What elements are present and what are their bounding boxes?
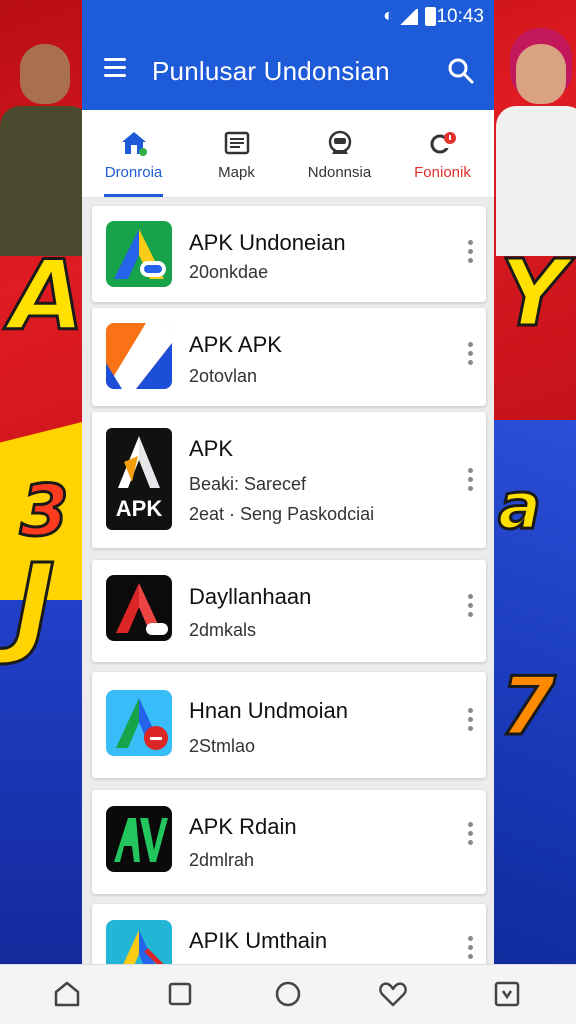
tab-label: Fonionik bbox=[414, 164, 471, 181]
download-box-icon[interactable] bbox=[492, 979, 522, 1009]
more-options-icon[interactable] bbox=[466, 240, 474, 266]
more-options-icon[interactable] bbox=[466, 342, 474, 368]
battery-icon bbox=[425, 7, 436, 26]
app-name: APK bbox=[189, 436, 234, 461]
app-icon bbox=[106, 920, 172, 964]
more-options-icon[interactable] bbox=[466, 708, 474, 734]
more-options-icon[interactable] bbox=[466, 468, 474, 494]
app-icon-label: APK bbox=[115, 496, 163, 521]
list-item[interactable]: Dayllanhaan 2dmkals bbox=[92, 560, 486, 662]
app-icon bbox=[106, 221, 172, 287]
list-item[interactable]: APK Undoneian 20onkdae bbox=[92, 206, 486, 302]
more-options-icon[interactable] bbox=[466, 594, 474, 620]
app-name: APK Undoneian bbox=[189, 230, 346, 255]
app-subtitle: 2otovlan bbox=[189, 366, 258, 386]
app-icon bbox=[106, 806, 172, 872]
menu-icon[interactable] bbox=[104, 58, 126, 84]
tab-ndonnsia[interactable]: Ndonnsia bbox=[288, 110, 391, 197]
wifi-icon: ◐ bbox=[383, 5, 394, 25]
tab-dronroia[interactable]: Dronroia bbox=[82, 110, 185, 197]
home-icon bbox=[121, 132, 147, 156]
tab-label: Dronroia bbox=[104, 164, 163, 181]
tab-mapk[interactable]: Mapk bbox=[185, 110, 288, 197]
app-name: Hnan Undmoian bbox=[189, 698, 348, 723]
list-item[interactable]: APK APK Beaki: Sarecef 2eat · Seng Pasko… bbox=[92, 412, 486, 548]
app-subtitle: 20onkdae bbox=[189, 262, 269, 282]
app-name: APK APK bbox=[189, 332, 282, 357]
app-name: APK Rdain bbox=[189, 814, 297, 839]
signal-icon bbox=[398, 9, 418, 25]
list-item[interactable]: APK APK 2otovlan bbox=[92, 308, 486, 406]
list-item[interactable]: APK Rdain 2dmlrah bbox=[92, 790, 486, 894]
list-icon bbox=[224, 131, 249, 155]
heart-icon[interactable] bbox=[378, 979, 408, 1009]
page-title: Punlusar Undonsian bbox=[152, 56, 390, 86]
soldier-illustration bbox=[0, 24, 90, 256]
app-list: APK Undoneian 20onkdae APK APK 2otovlan … bbox=[82, 198, 494, 964]
search-icon[interactable] bbox=[446, 56, 476, 86]
tab-label: Ndonnsia bbox=[307, 164, 372, 181]
status-bar: ◐ 10:43 bbox=[82, 0, 494, 34]
app-subtitle: 2Stmlao bbox=[189, 736, 256, 756]
app-bar: Punlusar Undonsian bbox=[82, 34, 494, 110]
tab-bar: Dronroia Mapk Ndonnsia Fonionik bbox=[82, 110, 494, 198]
app-icon bbox=[106, 323, 172, 389]
notification-icon bbox=[430, 132, 456, 154]
officer-illustration bbox=[496, 24, 576, 256]
tab-fonionik[interactable]: Fonionik bbox=[391, 110, 494, 197]
square-icon[interactable] bbox=[165, 979, 195, 1009]
app-name: Dayllanhaan bbox=[189, 584, 312, 609]
more-options-icon[interactable] bbox=[466, 822, 474, 848]
home-icon[interactable] bbox=[52, 979, 82, 1009]
app-subtitle-secondary: 2eat · Seng Paskodciai bbox=[189, 504, 375, 524]
app-name: APIK Umthain bbox=[189, 928, 328, 953]
app-icon bbox=[106, 575, 172, 641]
robot-icon bbox=[328, 130, 351, 154]
app-subtitle: 2dmlrah bbox=[189, 850, 255, 870]
status-time: 10:43 bbox=[436, 6, 484, 27]
bottom-navigation bbox=[0, 964, 576, 1024]
tab-label: Mapk bbox=[218, 164, 255, 181]
app-icon bbox=[106, 690, 172, 756]
circle-icon[interactable] bbox=[273, 979, 303, 1009]
list-item[interactable]: Hnan Undmoian 2Stmlao bbox=[92, 672, 486, 778]
app-subtitle: Beaki: Sarecef bbox=[189, 474, 307, 494]
list-item[interactable]: APIK Umthain bbox=[92, 904, 486, 964]
more-options-icon[interactable] bbox=[466, 936, 474, 962]
app-subtitle: 2dmkals bbox=[189, 620, 257, 640]
app-icon: APK bbox=[106, 428, 172, 530]
